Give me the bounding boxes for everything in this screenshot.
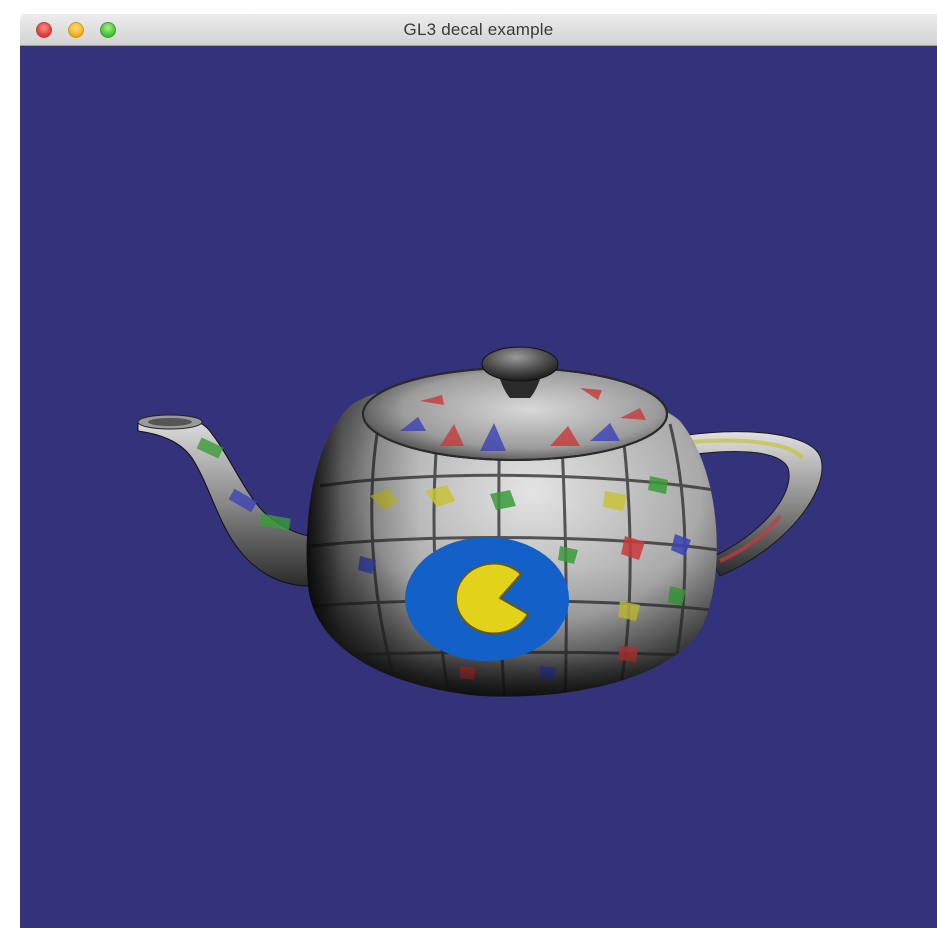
window-title: GL3 decal example <box>403 20 554 39</box>
teapot-render <box>137 346 823 697</box>
gl-viewport[interactable] <box>20 46 937 928</box>
pacman-decal <box>405 537 569 661</box>
title-bar[interactable]: GL3 decal example <box>20 14 937 46</box>
app-window: GL3 decal example <box>20 14 937 928</box>
teapot-spout <box>137 414 321 587</box>
